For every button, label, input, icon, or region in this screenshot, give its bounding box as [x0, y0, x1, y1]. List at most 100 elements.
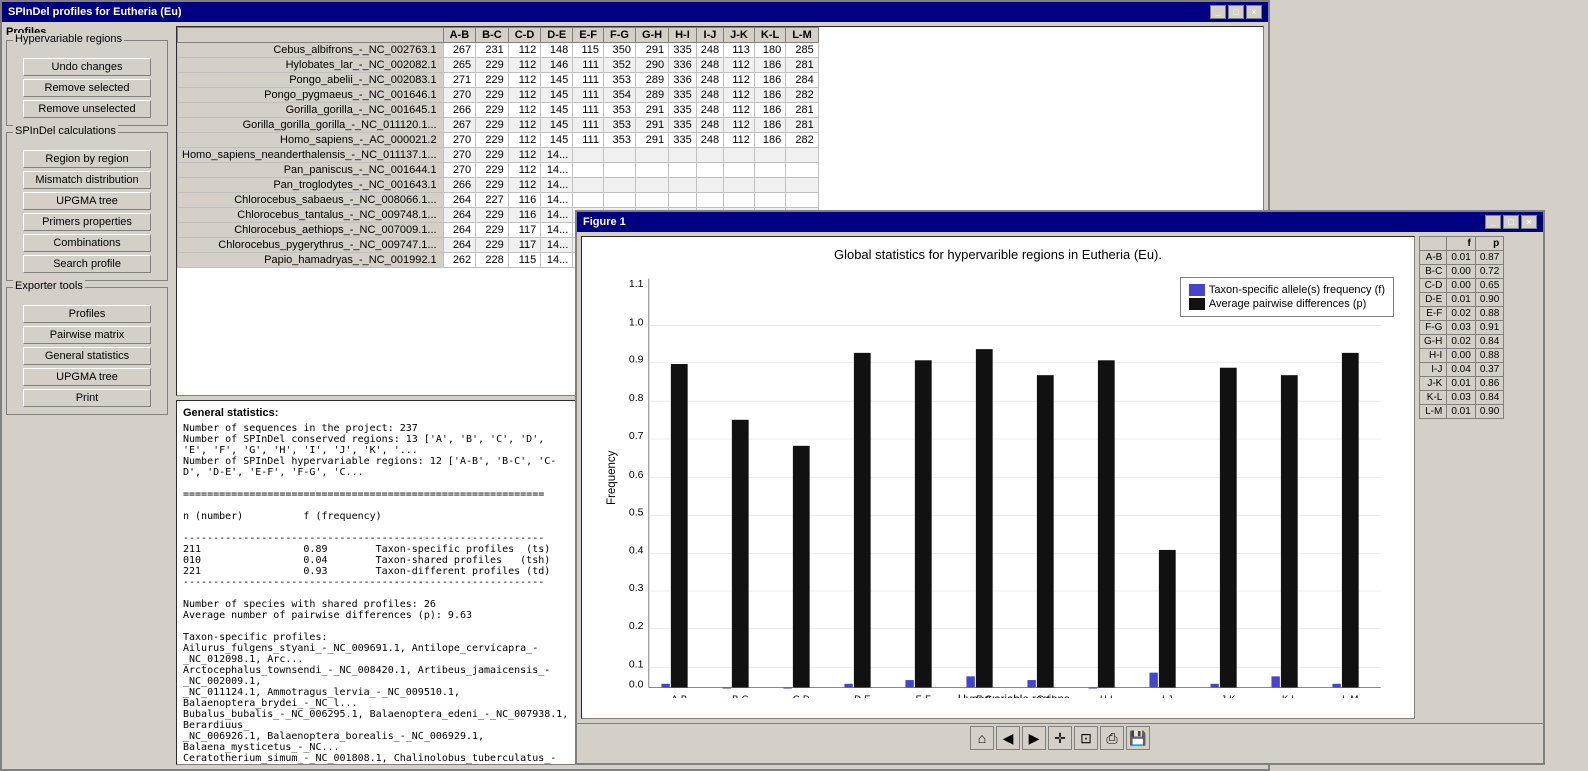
combinations-button[interactable]: Combinations	[23, 234, 151, 252]
back-tool-button[interactable]: ◀	[996, 726, 1020, 750]
value-cell: 112	[508, 73, 541, 88]
upgma-tree-button[interactable]: UPGMA tree	[23, 192, 151, 210]
value-cell: 229	[476, 208, 509, 223]
p-bar	[915, 360, 932, 687]
value-cell: 353	[603, 118, 635, 133]
value-cell: 145	[541, 133, 573, 148]
main-window-title: SPInDel profiles for Eutheria (Eu)	[8, 6, 182, 18]
value-cell: 229	[476, 238, 509, 253]
remove-selected-button[interactable]: Remove selected	[23, 79, 151, 97]
print-tool-button[interactable]: ⎙	[1100, 726, 1124, 750]
col-header: J-K	[724, 28, 755, 43]
svg-text:0.3: 0.3	[629, 583, 644, 594]
zoom-tool-button[interactable]: ✛	[1048, 726, 1072, 750]
value-cell: 145	[541, 118, 573, 133]
undo-changes-button[interactable]: Undo changes	[23, 58, 151, 76]
value-cell: 115	[573, 43, 604, 58]
value-cell: 248	[696, 73, 723, 88]
value-cell: 145	[541, 103, 573, 118]
save-tool-button[interactable]: 💾	[1126, 726, 1150, 750]
value-cell: 0.01	[1447, 377, 1475, 391]
forward-tool-button[interactable]: ▶	[1022, 726, 1046, 750]
mismatch-distribution-button[interactable]: Mismatch distribution	[23, 171, 151, 189]
p-bar	[1220, 368, 1237, 688]
value-cell: 145	[541, 73, 573, 88]
value-cell: 112	[724, 58, 755, 73]
value-cell: 264	[443, 193, 476, 208]
svg-text:1.1: 1.1	[629, 279, 644, 290]
stats-row: L-M0.010.90	[1420, 405, 1504, 419]
value-cell: 112	[508, 58, 541, 73]
col-header: H-I	[669, 28, 697, 43]
value-cell: 0.84	[1475, 391, 1503, 405]
f-bar	[966, 676, 974, 687]
region-cell: A-B	[1420, 251, 1447, 265]
value-cell: 229	[476, 103, 509, 118]
stats-title: General statistics:	[183, 407, 569, 419]
home-tool-button[interactable]: ⌂	[970, 726, 994, 750]
value-cell: 117	[508, 238, 541, 253]
value-cell	[696, 148, 723, 163]
upgma-tree2-button[interactable]: UPGMA tree	[23, 368, 151, 386]
value-cell: 264	[443, 208, 476, 223]
value-cell	[696, 178, 723, 193]
svg-text:0.2: 0.2	[629, 621, 644, 632]
stats-row: J-K0.010.86	[1420, 377, 1504, 391]
value-cell: 248	[696, 43, 723, 58]
value-cell: 112	[508, 43, 541, 58]
col-f: f	[1447, 237, 1475, 251]
value-cell: 186	[754, 133, 785, 148]
profiles-button[interactable]: Profiles	[23, 305, 151, 323]
value-cell: 267	[443, 118, 476, 133]
figure-window: Figure 1 _ □ × Global statistics for hyp…	[575, 210, 1545, 765]
close-button[interactable]: ×	[1246, 5, 1262, 19]
value-cell: 335	[669, 88, 697, 103]
print-button[interactable]: Print	[23, 389, 151, 407]
stats-panel: General statistics: Number of sequences …	[176, 400, 576, 765]
p-bar	[732, 420, 749, 688]
general-statistics-button[interactable]: General statistics	[23, 347, 151, 365]
region-cell: L-M	[1420, 405, 1447, 419]
region-cell: B-C	[1420, 265, 1447, 279]
value-cell	[786, 148, 819, 163]
search-profile-button[interactable]: Search profile	[23, 255, 151, 273]
value-cell: 335	[669, 118, 697, 133]
value-cell	[724, 178, 755, 193]
stats-row: E-F0.020.88	[1420, 307, 1504, 321]
select-tool-button[interactable]: ⊡	[1074, 726, 1098, 750]
value-cell: 282	[786, 133, 819, 148]
value-cell	[786, 163, 819, 178]
value-cell: 271	[443, 73, 476, 88]
remove-unselected-button[interactable]: Remove unselected	[23, 100, 151, 118]
value-cell: 284	[786, 73, 819, 88]
value-cell: 0.87	[1475, 251, 1503, 265]
region-by-region-button[interactable]: Region by region	[23, 150, 151, 168]
stats-row: C-D0.000.65	[1420, 279, 1504, 293]
value-cell: 0.90	[1475, 405, 1503, 419]
pairwise-matrix-button[interactable]: Pairwise matrix	[23, 326, 151, 344]
x-label: E-F	[916, 693, 931, 698]
species-name-cell: Chlorocebus_aethiops_-_NC_007009.1...	[178, 223, 444, 238]
value-cell: 264	[443, 223, 476, 238]
species-name-cell: Papio_hamadryas_-_NC_001992.1	[178, 253, 444, 268]
value-cell	[696, 163, 723, 178]
x-label: K-L	[1282, 693, 1297, 698]
figure-close-button[interactable]: ×	[1521, 215, 1537, 229]
maximize-button[interactable]: □	[1228, 5, 1244, 19]
species-name-cell: Homo_sapiens_-_AC_000021.2	[178, 133, 444, 148]
value-cell	[635, 163, 668, 178]
minimize-button[interactable]: _	[1210, 5, 1226, 19]
p-bar	[854, 353, 871, 688]
value-cell: 248	[696, 58, 723, 73]
figure-minimize-button[interactable]: _	[1485, 215, 1501, 229]
value-cell: 0.72	[1475, 265, 1503, 279]
col-header: K-L	[754, 28, 785, 43]
primers-properties-button[interactable]: Primers properties	[23, 213, 151, 231]
value-cell: 186	[754, 58, 785, 73]
bar-chart: 1.1 1.0 0.9 0.8 0.7 0.6 0.5 0.4 0.3 0.2 …	[592, 268, 1404, 698]
region-cell: H-I	[1420, 349, 1447, 363]
region-cell: E-F	[1420, 307, 1447, 321]
value-cell: 270	[443, 133, 476, 148]
x-label: B-C	[732, 693, 748, 698]
figure-maximize-button[interactable]: □	[1503, 215, 1519, 229]
